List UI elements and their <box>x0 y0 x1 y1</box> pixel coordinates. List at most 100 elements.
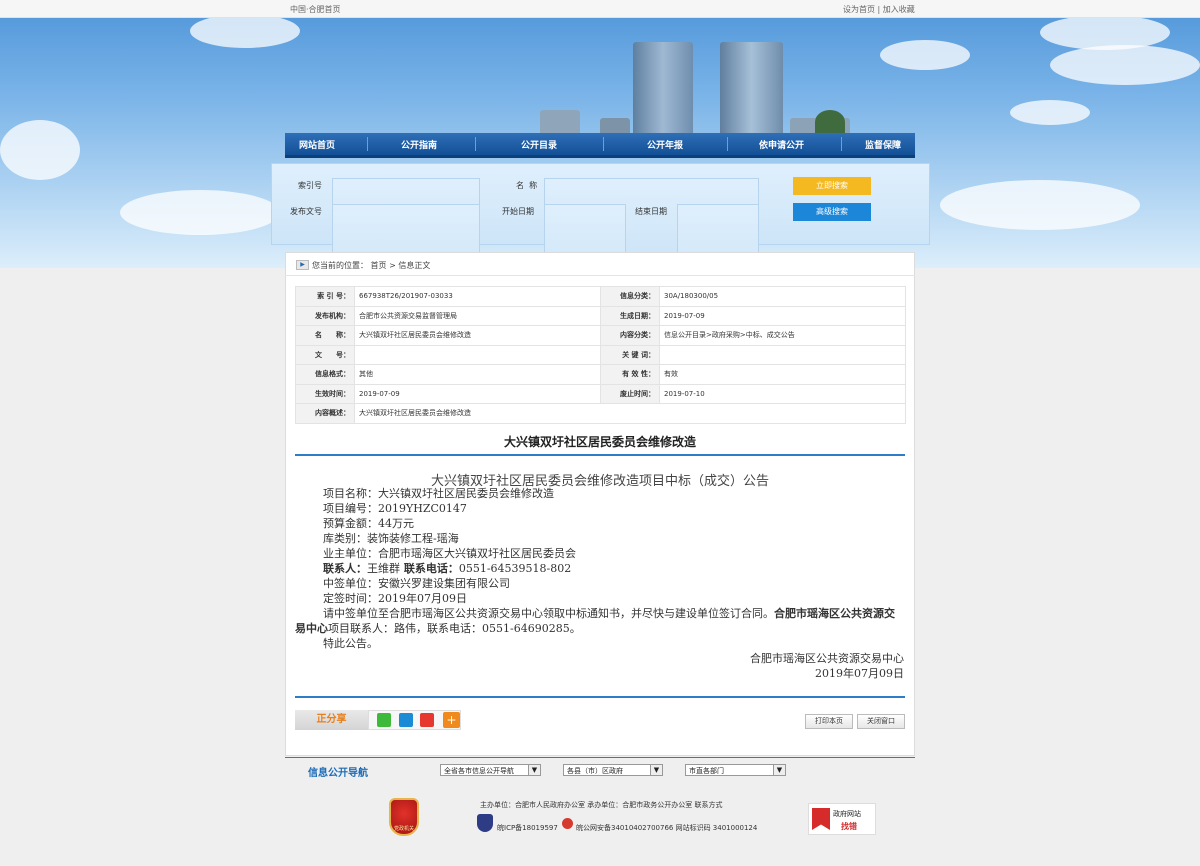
meta-key: 生成日期： <box>600 305 660 326</box>
province-nav-select[interactable]: 全省各市信息公开导航 ▼ <box>440 764 541 776</box>
end-date-label: 结束日期 <box>635 207 667 216</box>
table-row: 文 号： 关 键 词： <box>295 344 906 365</box>
article-line: 中签单位：安徽兴罗建设集团有限公司 <box>323 577 510 590</box>
error-report-badge[interactable]: 政府网站 找错 <box>808 803 876 835</box>
meta-key: 有 效 性： <box>600 364 660 385</box>
nav-item-home[interactable]: 网站首页 <box>299 138 335 151</box>
security-emblem-icon <box>562 818 573 829</box>
building-right <box>720 42 783 134</box>
chevron-down-icon: ▼ <box>650 765 662 775</box>
magnifier-icon <box>812 808 830 830</box>
badge-label: 党政机关 <box>393 826 414 832</box>
notice-text: 请中签单位至合肥市瑶海区公共资源交易中心领取中标通知书，并尽快与建设单位签订合同… <box>323 607 774 620</box>
breadcrumb-text: 您当前的位置： 首页 > 信息正文 <box>312 261 431 270</box>
notice-paragraph: 请中签单位至合肥市瑶海区公共资源交易中心领取中标通知书，并尽快与建设单位签订合同… <box>295 606 905 636</box>
meta-key: 内容分类： <box>600 325 660 346</box>
meta-value: 大兴镇双圩社区居民委员会维修改造 <box>354 403 906 424</box>
meta-key: 信息分类： <box>600 286 660 307</box>
nav-item-catalog[interactable]: 公开目录 <box>521 138 557 151</box>
hefei-home-link[interactable]: 中国·合肥首页 <box>290 4 341 15</box>
footer-icp[interactable]: 皖ICP备18019597 <box>497 823 558 833</box>
meta-value: 其他 <box>354 364 601 385</box>
more-share-icon[interactable]: + <box>443 712 460 728</box>
search-button[interactable]: 立即搜索 <box>793 177 871 195</box>
department-nav-select[interactable]: 市直各部门 ▼ <box>685 764 786 776</box>
meta-value: 667938T26/201907-03033 <box>354 286 601 307</box>
share-label: 正分享 <box>295 710 368 730</box>
meta-value: 合肥市公共资源交易监督管理局 <box>354 305 601 326</box>
meta-key: 生效时间： <box>295 383 355 404</box>
meta-key: 关 键 词： <box>600 344 660 365</box>
table-row: 信息格式： 其他 有 效 性： 有效 <box>295 364 906 385</box>
party-org-badge-icon[interactable]: 党政机关 <box>389 798 419 836</box>
print-button[interactable]: 打印本页 <box>805 714 853 729</box>
title-divider <box>295 454 905 456</box>
contact-phone: 0551-64539518-802 <box>458 562 572 575</box>
phone-label: 联系电话： <box>400 562 459 575</box>
signature-date: 2019年07月09日 <box>815 667 904 680</box>
article-line: 库类别：装饰装修工程-瑶海 <box>323 532 459 545</box>
meta-key: 废止时间： <box>600 383 660 404</box>
chevron-down-icon: ▼ <box>773 765 785 775</box>
chevron-down-icon: ▼ <box>528 765 540 775</box>
meta-value <box>354 344 601 365</box>
nav-item-apply[interactable]: 依申请公开 <box>759 138 804 151</box>
cloud <box>120 190 280 235</box>
nav-item-supervision[interactable]: 监督保障 <box>865 138 901 151</box>
building-low <box>600 118 630 134</box>
article-line: 业主单位：合肥市瑶海区大兴镇双圩社区居民委员会 <box>323 547 576 560</box>
article-line: 预算金额：44万元 <box>323 517 414 530</box>
table-row: 生效时间： 2019-07-09 废止时间： 2019-07-10 <box>295 383 906 404</box>
start-date-label: 开始日期 <box>502 207 534 216</box>
footer-police-record[interactable]: 皖公网安备34010402700766 网站标识码 3401000124 <box>576 823 757 833</box>
index-no-label: 索引号 <box>298 181 322 190</box>
article-line: 项目编号：2019YHZC0147 <box>323 502 467 515</box>
advanced-search-button[interactable]: 高级搜索 <box>793 203 871 221</box>
article-title: 大兴镇双圩社区居民委员会维修改造 <box>503 435 696 449</box>
cloud <box>940 180 1140 230</box>
meta-value: 大兴镇双圩社区居民委员会维修改造 <box>354 325 601 346</box>
meta-value: 有效 <box>659 364 906 385</box>
cloud <box>1050 45 1200 85</box>
nav-item-guide[interactable]: 公开指南 <box>401 138 437 151</box>
building-low <box>540 110 580 134</box>
signature-org: 合肥市瑶海区公共资源交易中心 <box>750 652 904 665</box>
arrow-icon: ▶ <box>296 260 309 270</box>
nav-item-annual-report[interactable]: 公开年报 <box>647 138 683 151</box>
county-nav-select[interactable]: 各县（市）区政府 ▼ <box>563 764 663 776</box>
nav-separator <box>603 137 604 151</box>
meta-key: 文 号： <box>295 344 355 365</box>
nav-separator <box>367 137 368 151</box>
select-value: 市直各部门 <box>689 767 724 775</box>
police-shield-icon <box>477 814 493 832</box>
contact-name: 王维群 <box>367 562 400 575</box>
meta-key: 信息格式： <box>295 364 355 385</box>
article-line: 定签时间：2019年07月09日 <box>323 592 467 605</box>
notice-contact: 项目联系人：路伟，联系电话：0551-64690285。 <box>328 622 581 635</box>
top-right-links[interactable]: 设为首页 | 加入收藏 <box>843 4 915 15</box>
footer-sponsor: 主办单位：合肥市人民政府办公室 承办单位：合肥市政务公开办公室 联系方式 <box>480 801 723 809</box>
table-row: 索 引 号： 667938T26/201907-03033 信息分类： 30A/… <box>295 286 906 307</box>
footer-divider <box>285 757 915 758</box>
meta-key: 发布机构： <box>295 305 355 326</box>
meta-value: 2019-07-10 <box>659 383 906 404</box>
tree <box>815 110 845 134</box>
badge-line1: 政府网站 <box>833 810 861 818</box>
share-bar: 正分享 + <box>295 710 461 730</box>
nav-separator <box>727 137 728 151</box>
footer-nav-title: 信息公开导航 <box>308 768 368 779</box>
table-row: 内容概述： 大兴镇双圩社区居民委员会维修改造 <box>295 403 906 424</box>
cloud <box>880 40 970 70</box>
meta-value: 30A/180300/05 <box>659 286 906 307</box>
badge-line2: 找错 <box>841 822 857 831</box>
breadcrumb: ▶ 您当前的位置： 首页 > 信息正文 <box>285 252 915 276</box>
wechat-icon[interactable] <box>377 713 391 727</box>
close-window-button[interactable]: 关闭窗口 <box>857 714 905 729</box>
article-line: 项目名称：大兴镇双圩社区居民委员会维修改造 <box>323 487 554 500</box>
meta-value <box>659 344 906 365</box>
article-body: 项目名称：大兴镇双圩社区居民委员会维修改造 项目编号：2019YHZC0147 … <box>295 486 905 681</box>
weibo-icon[interactable] <box>420 713 434 727</box>
qzone-icon[interactable] <box>399 713 413 727</box>
cloud <box>0 120 80 180</box>
main-nav: 网站首页 公开指南 公开目录 公开年报 依申请公开 监督保障 <box>285 133 915 158</box>
